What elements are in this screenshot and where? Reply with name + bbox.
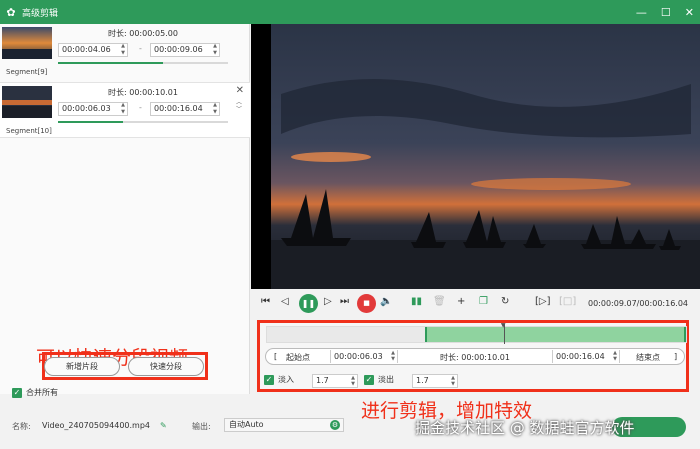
time-readout: 00:00:09.07/00:00:16.04 [588, 299, 688, 308]
skip-end-icon[interactable]: ⏭ [340, 296, 349, 307]
copy-icon[interactable]: ❐ [479, 296, 488, 307]
reorder-icon[interactable]: ︿ ﹀ [236, 99, 242, 113]
spinner-icon[interactable]: ▲ ▼ [613, 350, 617, 362]
playback-controls: ⏮ ◁ ❚❚ ▷ ⏭ ■ 🔈 ▮▮ 🗑 + ❐ ↻ [▷] [□] 00:00:… [251, 289, 700, 319]
segment-item-selected[interactable]: 时长: 00:00:10.01 00:00:06.03 ▲ ▼ - 00:00:16… [0, 82, 250, 138]
checkbox-checked-icon: ✓ [364, 374, 374, 385]
step-back-icon[interactable]: ◁ [281, 296, 289, 307]
segment-name: Segment[9] [6, 68, 48, 76]
segment-thumbnail [2, 86, 52, 118]
segment-end-field[interactable]: 00:00:09.06 ▲ ▼ [150, 43, 220, 57]
fade-out-checkbox[interactable]: ✓ 淡出 [364, 374, 394, 385]
spinner-icon[interactable]: ▲ ▼ [121, 43, 125, 57]
spinner-icon[interactable]: ▲ ▼ [391, 350, 395, 362]
gear-icon[interactable]: ⚙ [330, 420, 340, 430]
segment-progress [58, 62, 228, 64]
timeline-track[interactable]: ▼ [266, 322, 687, 344]
new-segment-button[interactable]: 新增片段 [44, 357, 120, 376]
output-select[interactable]: 自动Auto ⚙ [224, 418, 344, 432]
stop-button[interactable]: ■ [357, 294, 376, 313]
spinner-icon[interactable]: ▲ ▼ [351, 375, 355, 387]
segment-item[interactable]: 时长: 00:00:05.00 00:00:04.06 ▲ ▼ - 00:00:09… [0, 24, 250, 80]
rabbit-logo-icon: ✿ [6, 5, 16, 19]
spinner-icon[interactable]: ▲ ▼ [213, 102, 217, 116]
start-point-button[interactable]: 起始点 [286, 352, 310, 363]
spinner-icon[interactable]: ▲ ▼ [121, 102, 125, 116]
delete-icon[interactable]: 🗑 [433, 296, 446, 307]
trim-start-field[interactable]: 00:00:06.03 ▲ ▼ [330, 350, 398, 363]
segment-duration: 时长: 00:00:10.01 [108, 88, 178, 97]
reset-icon[interactable]: ↻ [501, 296, 509, 307]
add-icon[interactable]: + [457, 296, 465, 307]
segment-name: Segment[10] [6, 127, 52, 135]
segment-start-field[interactable]: 00:00:06.03 ▲ ▼ [58, 102, 128, 116]
checkbox-checked-icon: ✓ [12, 387, 22, 398]
maximize-icon[interactable]: ☐ [661, 6, 671, 19]
segment-thumbnail [2, 27, 52, 59]
title-bar: ✿ 高级剪辑 — ☐ ✕ [0, 0, 700, 24]
fade-out-input[interactable]: 1.7 ▲ ▼ [412, 374, 458, 388]
bottom-bar: 名称: Video_240705094400.mp4 ✎ 输出: 自动Auto … [0, 405, 700, 449]
skip-start-icon[interactable]: ⏮ [261, 296, 270, 307]
trim-end-field[interactable]: 00:00:16.04 ▲ ▼ [552, 350, 620, 363]
watermark: 掘金技术社区 @ 数据蛙官方软件 [415, 419, 635, 437]
trim-duration: 时长: 00:00:10.01 [440, 353, 510, 362]
fade-in-checkbox[interactable]: ✓ 淡入 [264, 374, 294, 385]
window-controls: — ☐ ✕ [636, 0, 694, 24]
spinner-icon[interactable]: ▲ ▼ [451, 375, 455, 387]
segment-duration: 时长: 00:00:05.00 [108, 29, 178, 38]
video-preview[interactable] [251, 24, 700, 289]
quick-split-button[interactable]: 快速分段 [128, 357, 204, 376]
close-icon[interactable]: ✕ [685, 6, 694, 19]
segment-end-field[interactable]: 00:00:16.04 ▲ ▼ [150, 102, 220, 116]
volume-icon[interactable]: 🔈 [380, 296, 392, 307]
fade-in-input[interactable]: 1.7 ▲ ▼ [312, 374, 358, 388]
window-title: 高级剪辑 [22, 8, 59, 19]
end-point-button[interactable]: 结束点 [636, 352, 660, 363]
pause-button[interactable]: ❚❚ [299, 294, 318, 313]
split-icon[interactable]: ▮▮ [411, 296, 422, 307]
spinner-icon[interactable]: ▲ ▼ [213, 43, 217, 57]
merge-all-checkbox[interactable]: ✓ 合并所有 [12, 387, 58, 398]
segment-progress [58, 121, 228, 123]
segment-panel: 时长: 00:00:05.00 00:00:04.06 ▲ ▼ - 00:00:09… [0, 24, 250, 394]
segment-start-field[interactable]: 00:00:04.06 ▲ ▼ [58, 43, 128, 57]
trim-controls: [ 起始点 00:00:06.03 ▲ ▼ 时长: 00:00:10.01 00:0… [265, 348, 685, 365]
checkbox-checked-icon: ✓ [264, 374, 274, 385]
set-start-icon[interactable]: [▷] [535, 296, 551, 307]
minimize-icon[interactable]: — [636, 6, 647, 19]
set-end-icon[interactable]: [□] [559, 296, 576, 307]
playhead[interactable] [503, 324, 505, 344]
edit-name-icon[interactable]: ✎ [160, 421, 167, 430]
timeline-selection[interactable] [424, 327, 686, 342]
close-icon[interactable]: ✕ [236, 85, 244, 96]
step-forward-icon[interactable]: ▷ [324, 296, 332, 307]
file-name: Video_240705094400.mp4 [42, 421, 150, 430]
